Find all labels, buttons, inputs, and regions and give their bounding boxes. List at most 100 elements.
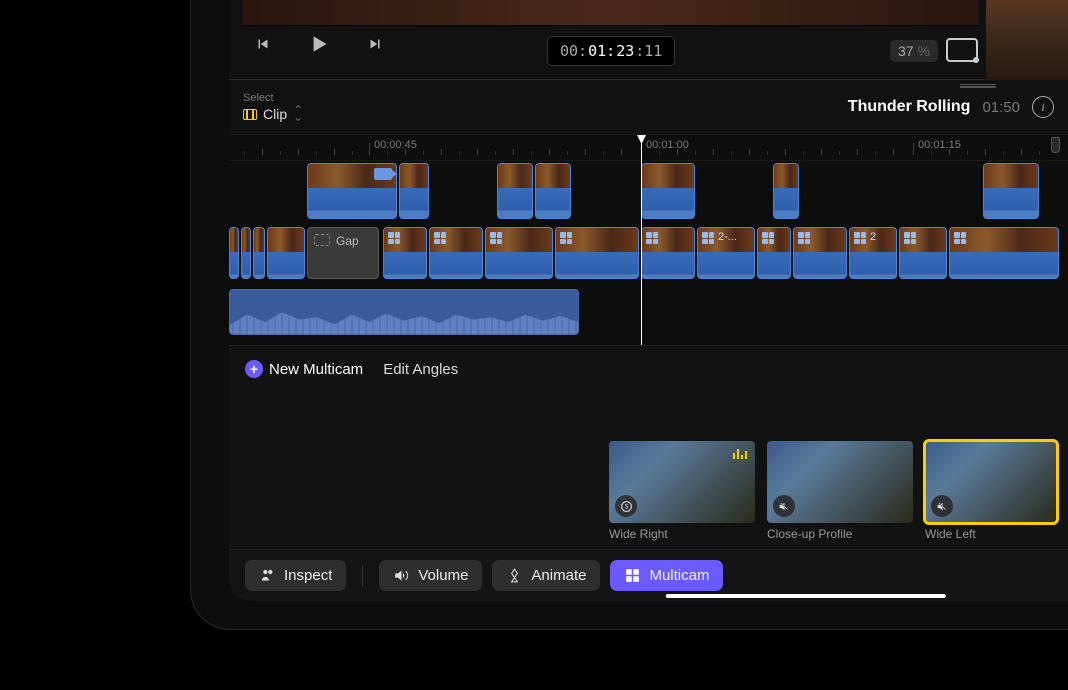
divider bbox=[362, 565, 363, 587]
clip-icon bbox=[243, 109, 257, 120]
audio-clip[interactable] bbox=[229, 289, 579, 335]
app-surface: 00: 01: 23 :11 37 % Select Clip ⌃⌄ bbox=[229, 0, 1068, 601]
chevron-updown-icon: ⌃⌄ bbox=[293, 107, 303, 121]
project-name: Thunder Rolling bbox=[848, 98, 971, 116]
device-frame: 00: 01: 23 :11 37 % Select Clip ⌃⌄ bbox=[190, 0, 1068, 630]
multicam-clip[interactable] bbox=[757, 227, 791, 279]
connected-clip-row bbox=[229, 163, 1068, 221]
inspect-label: Inspect bbox=[284, 567, 332, 584]
multicam-clip[interactable]: 2-... bbox=[697, 227, 755, 279]
edit-angles-label: Edit Angles bbox=[383, 361, 458, 378]
prev-edit-button[interactable] bbox=[249, 30, 277, 58]
source-badge-icon: S bbox=[615, 495, 637, 517]
multicam-clip[interactable] bbox=[485, 227, 553, 279]
multicam-icon bbox=[702, 232, 714, 244]
play-button[interactable] bbox=[305, 30, 333, 58]
timecode-mm: 01: bbox=[588, 42, 615, 60]
muted-icon bbox=[773, 495, 795, 517]
volume-button[interactable]: Volume bbox=[379, 560, 482, 591]
multicam-clip[interactable] bbox=[949, 227, 1059, 279]
viewer-filmstrip bbox=[242, 0, 978, 26]
timeline-marker[interactable] bbox=[1051, 137, 1060, 153]
timeline-ruler[interactable]: 00:00:45 bbox=[229, 135, 1068, 161]
angle-row: S Wide Right Close-up Profile bbox=[609, 441, 1068, 541]
new-multicam-label: New Multicam bbox=[269, 361, 363, 378]
timeline-clip[interactable] bbox=[253, 227, 265, 279]
angle-wide-right[interactable]: S Wide Right bbox=[609, 441, 755, 541]
clip-selector[interactable]: Clip ⌃⌄ bbox=[243, 106, 303, 122]
select-bar: Select Clip ⌃⌄ Thunder Rolling 01:50 i bbox=[229, 80, 1068, 135]
multicam-icon bbox=[646, 232, 658, 244]
next-edit-button[interactable] bbox=[361, 30, 389, 58]
multicam-clip[interactable]: 2 bbox=[849, 227, 897, 279]
svg-text:S: S bbox=[624, 504, 628, 510]
multicam-clip[interactable] bbox=[555, 227, 639, 279]
timecode-display[interactable]: 00: 01: 23 :11 bbox=[547, 36, 675, 66]
timeline-clip[interactable] bbox=[229, 227, 239, 279]
connected-clip[interactable] bbox=[773, 163, 799, 219]
connected-clip[interactable] bbox=[535, 163, 571, 219]
ruler-label: 00:01:00 bbox=[646, 139, 689, 151]
multicam-label: Multicam bbox=[649, 567, 709, 584]
multicam-icon bbox=[954, 232, 966, 244]
gap-clip[interactable]: Gap bbox=[307, 227, 379, 279]
connected-clip[interactable] bbox=[399, 163, 429, 219]
multicam-clip[interactable] bbox=[429, 227, 483, 279]
animate-label: Animate bbox=[531, 567, 586, 584]
animate-button[interactable]: Animate bbox=[492, 560, 600, 591]
inspect-button[interactable]: Inspect bbox=[245, 560, 346, 591]
gap-label: Gap bbox=[336, 234, 359, 248]
muted-icon bbox=[931, 495, 953, 517]
primary-storyline: Gap bbox=[229, 227, 1068, 283]
multicam-icon bbox=[904, 232, 916, 244]
multicam-icon bbox=[434, 232, 446, 244]
multicam-clip[interactable] bbox=[383, 227, 427, 279]
connected-clip[interactable] bbox=[497, 163, 533, 219]
volume-icon bbox=[393, 567, 410, 584]
multicam-clip[interactable] bbox=[899, 227, 947, 279]
transport-controls bbox=[249, 30, 389, 58]
new-multicam-button[interactable]: + New Multicam bbox=[245, 360, 363, 378]
audio-row bbox=[229, 289, 1068, 341]
clip-label: 2-... bbox=[718, 231, 737, 243]
ruler-label: 00:00:45 bbox=[374, 139, 417, 151]
connected-clip[interactable] bbox=[983, 163, 1039, 219]
display-options-button[interactable] bbox=[946, 38, 978, 62]
playhead[interactable] bbox=[641, 135, 642, 345]
viewer-secondary-thumb[interactable] bbox=[986, 0, 1068, 80]
connected-clip[interactable] bbox=[641, 163, 695, 219]
angle-wide-left[interactable]: Wide Left bbox=[925, 441, 1057, 541]
camera-icon bbox=[374, 168, 392, 180]
edit-angles-button[interactable]: Edit Angles bbox=[383, 361, 458, 378]
clip-label-2: 2 bbox=[870, 231, 876, 243]
info-button[interactable]: i bbox=[1032, 96, 1054, 118]
timeline[interactable]: 00:00:45 bbox=[229, 135, 1068, 345]
angle-label: Wide Right bbox=[609, 527, 755, 541]
multicam-clip[interactable] bbox=[641, 227, 695, 279]
zoom-control[interactable]: 37 % bbox=[890, 40, 938, 62]
multicam-icon bbox=[854, 232, 866, 244]
inspect-icon bbox=[259, 567, 276, 584]
multicam-panel: + New Multicam Edit Angles S bbox=[229, 345, 1068, 549]
project-duration: 01:50 bbox=[982, 99, 1020, 116]
timeline-clip[interactable] bbox=[241, 227, 251, 279]
plus-icon: + bbox=[245, 360, 263, 378]
ruler-label: 00:01:15 bbox=[918, 139, 961, 151]
timecode-ff: :11 bbox=[635, 42, 662, 60]
zoom-pct: % bbox=[918, 43, 930, 59]
multicam-icon bbox=[624, 567, 641, 584]
viewer-row: 00: 01: 23 :11 37 % bbox=[229, 0, 1068, 80]
resize-handle[interactable] bbox=[960, 84, 996, 88]
timeline-clip[interactable] bbox=[267, 227, 305, 279]
angle-label: Close-up Profile bbox=[767, 527, 913, 541]
multicam-icon bbox=[560, 232, 572, 244]
timecode-ss: 23 bbox=[616, 42, 634, 60]
connected-clip[interactable] bbox=[307, 163, 397, 219]
multicam-button[interactable]: Multicam bbox=[610, 560, 723, 591]
gap-icon bbox=[314, 234, 330, 246]
volume-label: Volume bbox=[418, 567, 468, 584]
multicam-clip[interactable] bbox=[793, 227, 847, 279]
clip-selector-label: Clip bbox=[263, 106, 287, 122]
angle-closeup-profile[interactable]: Close-up Profile bbox=[767, 441, 913, 541]
home-indicator[interactable] bbox=[665, 594, 945, 598]
